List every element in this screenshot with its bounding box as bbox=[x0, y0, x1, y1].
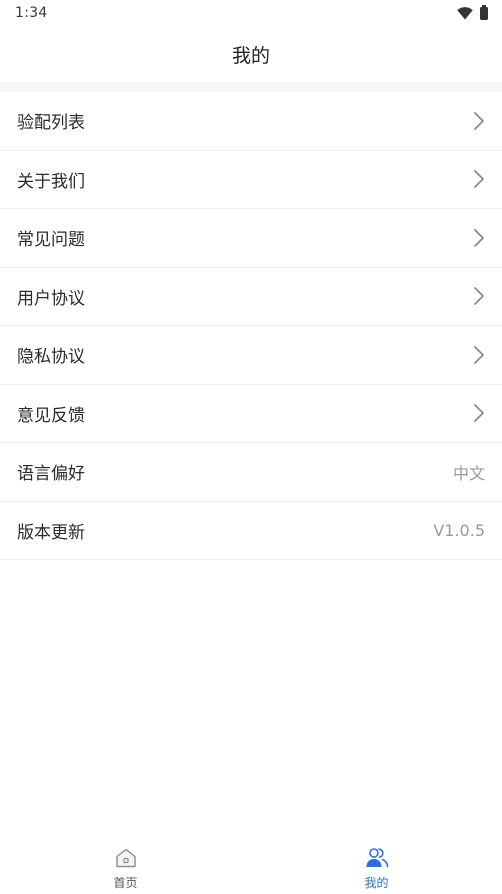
menu-item-faq[interactable]: 常见问题 bbox=[0, 209, 502, 268]
chevron-right-icon bbox=[474, 111, 484, 130]
tab-home[interactable]: 首页 bbox=[0, 836, 251, 894]
bottom-tab-bar: 首页 我的 bbox=[0, 836, 502, 894]
home-icon bbox=[115, 848, 136, 868]
menu-item-label: 语言偏好 bbox=[17, 464, 85, 485]
menu-item-label: 验配列表 bbox=[17, 113, 85, 134]
status-time: 1:34 bbox=[15, 5, 48, 21]
menu-item-label: 常见问题 bbox=[17, 230, 85, 251]
battery-icon bbox=[480, 4, 488, 20]
users-icon bbox=[366, 848, 388, 868]
menu-list: 验配列表 关于我们 常见问题 用户协议 隐私协议 意见反馈 语言偏好 中文 版本… bbox=[0, 92, 502, 560]
language-value: 中文 bbox=[452, 463, 485, 483]
menu-item-privacy-policy[interactable]: 隐私协议 bbox=[0, 326, 502, 385]
menu-item-label: 关于我们 bbox=[17, 171, 85, 192]
chevron-right-icon bbox=[474, 345, 484, 364]
menu-item-label: 隐私协议 bbox=[17, 347, 85, 368]
tab-label: 首页 bbox=[113, 876, 138, 890]
menu-item-language[interactable]: 语言偏好 中文 bbox=[0, 443, 502, 502]
menu-item-label: 意见反馈 bbox=[17, 405, 85, 426]
version-value: V1.0.5 bbox=[433, 520, 485, 540]
page-title: 我的 bbox=[231, 44, 270, 67]
tab-mine[interactable]: 我的 bbox=[251, 836, 502, 894]
menu-item-user-agreement[interactable]: 用户协议 bbox=[0, 268, 502, 326]
title-bar: 我的 bbox=[0, 26, 502, 82]
status-bar: 1:34 bbox=[0, 0, 502, 26]
section-divider bbox=[0, 82, 502, 92]
status-icons bbox=[457, 4, 488, 20]
menu-item-version-update[interactable]: 版本更新 V1.0.5 bbox=[0, 502, 502, 560]
screen: 1:34 我的 验配列表 关于我们 常见问题 用户协议 隐私协议 意见反馈 语言… bbox=[0, 0, 502, 894]
menu-item-label: 版本更新 bbox=[17, 522, 85, 543]
wifi-icon bbox=[457, 6, 473, 19]
menu-item-about-us[interactable]: 关于我们 bbox=[0, 151, 502, 209]
chevron-right-icon bbox=[474, 170, 484, 189]
menu-item-fitting-list[interactable]: 验配列表 bbox=[0, 92, 502, 151]
chevron-right-icon bbox=[474, 404, 484, 423]
menu-item-label: 用户协议 bbox=[17, 288, 85, 309]
tab-label: 我的 bbox=[364, 876, 389, 890]
chevron-right-icon bbox=[474, 287, 484, 306]
menu-item-feedback[interactable]: 意见反馈 bbox=[0, 385, 502, 443]
chevron-right-icon bbox=[474, 228, 484, 247]
